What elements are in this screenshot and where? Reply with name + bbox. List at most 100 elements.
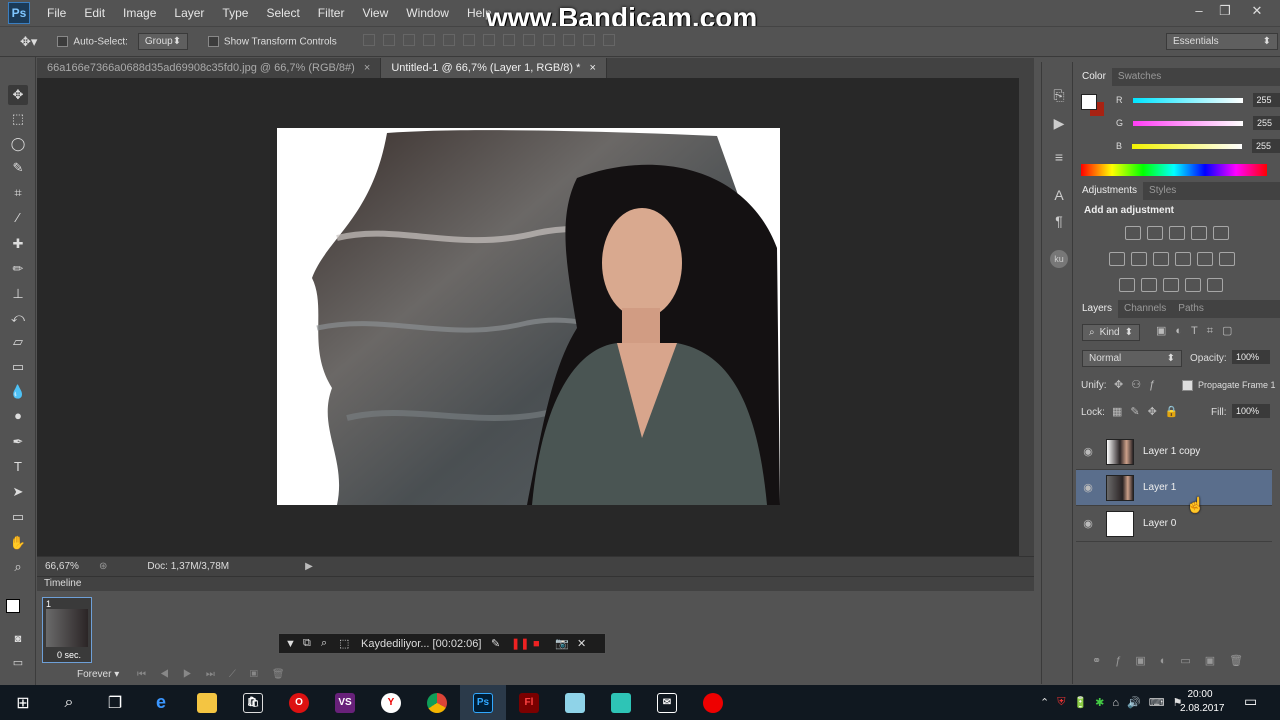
auto-select-dropdown[interactable]: Group ⬍ [137,33,188,50]
fg-color-swatch[interactable] [1081,94,1097,110]
menu-image[interactable]: Image [114,0,165,26]
pen-tool-icon[interactable]: ✒ [8,432,28,452]
quick-select-tool-icon[interactable]: ✎ [8,158,28,178]
slider-b[interactable]: B 255 [1116,139,1280,153]
power-icon[interactable]: 🔋 [1073,696,1087,709]
slider-value[interactable]: 255 [1252,93,1280,107]
color-balance-icon[interactable] [1131,252,1147,266]
posterize-icon[interactable] [1141,278,1157,292]
bandicam-icon[interactable] [690,685,736,720]
close-tab-icon[interactable]: × [364,62,370,74]
screen-mode-icon[interactable]: ▭ [8,653,28,673]
slider-value[interactable]: 255 [1252,139,1280,153]
foreground-color-swatch[interactable] [6,599,20,613]
distribute-bottom-icon[interactable] [522,34,535,46]
distribute-vcenter-icon[interactable] [502,34,515,46]
hue-saturation-icon[interactable] [1109,252,1125,266]
collapse-icon[interactable]: ▼ [285,638,303,650]
blend-mode-dropdown[interactable]: Normal ⬍ [1082,350,1182,367]
antivirus-icon[interactable]: ⛨ [1057,696,1065,709]
region-icon[interactable]: ⬚ [339,637,357,650]
visual-studio-icon[interactable]: VS [322,685,368,720]
threshold-icon[interactable] [1163,278,1179,292]
fill-input[interactable]: 100% [1232,404,1270,418]
task-view-icon[interactable]: ❐ [92,685,138,720]
maximize-button[interactable]: ❐ [1214,2,1236,20]
distribute-top-icon[interactable] [482,34,495,46]
loop-dropdown[interactable]: Forever ▾ [77,669,119,680]
edge-icon[interactable]: e [138,685,184,720]
color-spectrum[interactable] [1081,164,1267,176]
menu-edit[interactable]: Edit [75,0,114,26]
tab-paths[interactable]: Paths [1172,300,1210,318]
auto-select-checkbox[interactable]: Auto-Select: [57,36,128,48]
volume-icon[interactable]: 🔊 [1127,696,1141,709]
gradient-tool-icon[interactable]: ▭ [8,357,28,377]
align-left-icon[interactable] [422,34,435,46]
actions-icon[interactable]: ▶ [1050,114,1068,132]
screenshot-icon[interactable]: 📷 [555,637,577,650]
close-icon[interactable]: ✕ [577,637,595,650]
brightness-icon[interactable] [1125,226,1141,240]
visibility-eye-icon[interactable]: ◉ [1076,517,1100,530]
auto-align-icon[interactable] [602,34,615,46]
windows-icon[interactable]: ⊞ [0,685,46,720]
gradient-map-icon[interactable] [1207,278,1223,292]
path-select-tool-icon[interactable]: ➤ [8,482,28,502]
distribute-left-icon[interactable] [542,34,555,46]
search-icon[interactable]: ⌕ [46,685,92,720]
marquee-tool-icon[interactable]: ⬚ [8,109,28,129]
distribute-right-icon[interactable] [582,34,595,46]
levels-icon[interactable] [1147,226,1163,240]
rectangle-tool-icon[interactable]: ▭ [8,507,28,527]
propagate-checkbox[interactable]: Propagate Frame 1 [1182,379,1276,391]
vertical-scrollbar[interactable] [1019,78,1034,556]
store-icon[interactable]: 🛍 [230,685,276,720]
menu-select[interactable]: Select [257,0,308,26]
visibility-eye-icon[interactable]: ◉ [1076,481,1100,494]
black-white-icon[interactable] [1153,252,1169,266]
align-top-icon[interactable] [362,34,375,46]
pause-icon[interactable]: ❚❚ [511,637,533,650]
pencil-icon[interactable]: ✎ [491,637,511,650]
eraser-tool-icon[interactable]: ▱ [8,332,28,352]
hand-tool-icon[interactable]: ✋ [8,533,28,553]
menu-filter[interactable]: Filter [309,0,354,26]
lasso-tool-icon[interactable]: ◯ [8,134,28,154]
tab-layers[interactable]: Layers [1076,300,1119,318]
photo-filter-icon[interactable] [1175,252,1191,266]
crop-tool-icon[interactable]: ⌗ [8,183,28,203]
app2-icon[interactable] [598,685,644,720]
slider-value[interactable]: 255 [1253,116,1280,130]
slider-g[interactable]: G 255 [1116,116,1280,130]
transform-controls-checkbox[interactable]: Show Transform Controls [207,36,337,48]
layer-row[interactable]: ◉ Layer 1 copy [1076,434,1272,470]
menu-file[interactable]: File [38,0,75,26]
layer-filter-icons[interactable]: ▣◐T⌗▢ [1156,324,1241,338]
vibrance-icon[interactable] [1213,226,1229,240]
network-icon[interactable]: ⌂ [1112,697,1119,709]
opera-icon[interactable]: O [276,685,322,720]
eyedropper-tool-icon[interactable]: ⁄ [8,208,28,228]
zoom-tool-icon[interactable]: ⌕ [8,557,28,577]
history-brush-tool-icon[interactable]: ⤺ [8,308,28,328]
frame-delay[interactable]: 0 sec. [57,650,81,660]
paragraph-icon[interactable]: ¶ [1050,212,1068,230]
layer-row-selected[interactable]: ◉ Layer 1 [1076,470,1272,506]
properties-icon[interactable]: ≡ [1050,148,1068,166]
character-icon[interactable]: A [1050,186,1068,204]
layer-actions-bar[interactable]: ⚭ƒ▣◐▭▣🗑 [1092,654,1257,667]
chrome-icon[interactable] [414,685,460,720]
quick-mask-icon[interactable]: ◙ [8,629,28,649]
workspace-dropdown[interactable]: Essentials ⬍ [1166,33,1278,50]
animation-frame-1[interactable]: 1 0 sec. [42,597,92,663]
tab-color[interactable]: Color [1076,68,1112,86]
blur-tool-icon[interactable]: 💧 [8,382,28,402]
move-tool-icon[interactable]: ✥▾ [20,34,37,50]
align-vcenter-icon[interactable] [382,34,395,46]
align-hcenter-icon[interactable] [442,34,455,46]
flash-icon[interactable]: Fl [506,685,552,720]
brush-tool-icon[interactable]: ✏ [8,259,28,279]
tab-adjustments[interactable]: Adjustments [1076,182,1144,200]
playback-controls[interactable]: ⏮◀▶⏭⟋▣🗑 [137,669,299,680]
